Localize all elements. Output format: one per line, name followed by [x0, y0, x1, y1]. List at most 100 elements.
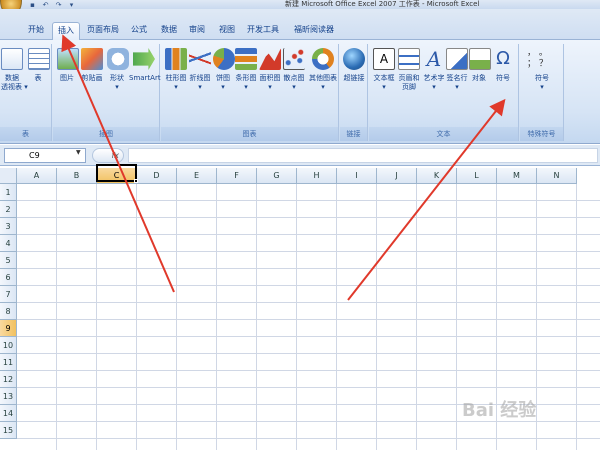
scatter-chart-icon [283, 48, 305, 70]
office-button[interactable] [0, 0, 22, 9]
symbol-label: 符号 [496, 74, 510, 82]
tab-formulas[interactable]: 公式 [128, 22, 150, 40]
group-illustrations-label: 插图 [53, 127, 159, 141]
shapes-button[interactable]: 形状 ▾ [107, 48, 129, 92]
column-chart-button[interactable]: 柱形图 ▾ [165, 48, 187, 92]
header-footer-button[interactable]: 页眉和 页脚 [397, 48, 421, 92]
formula-input[interactable] [128, 148, 598, 163]
row-header-11[interactable]: 11 [0, 354, 17, 371]
customize-qat-icon[interactable]: ▾ [67, 1, 76, 9]
tab-home[interactable]: 开始 [24, 22, 48, 40]
hyperlink-button[interactable]: 超链接 [342, 48, 366, 83]
title-bar: ▪ ↶ ↷ ▾ 新建 Microsoft Office Excel 2007 工… [0, 0, 600, 9]
column-chart-label: 柱形图 ▾ [165, 74, 187, 91]
picture-button[interactable]: 图片 [57, 48, 79, 83]
tab-page-layout[interactable]: 页面布局 [84, 22, 122, 40]
other-charts-icon [312, 48, 334, 70]
row-header-9[interactable]: 9 [0, 320, 17, 337]
column-header-m[interactable]: M [497, 168, 537, 184]
row-header-14[interactable]: 14 [0, 405, 17, 422]
wordart-button[interactable]: A 艺术字 ▾ [423, 48, 445, 92]
omega-icon: Ω [496, 48, 510, 69]
area-chart-label: 面积图 ▾ [259, 74, 281, 91]
row-header-4[interactable]: 4 [0, 235, 17, 252]
select-all-corner[interactable] [0, 168, 17, 184]
column-header-g[interactable]: G [257, 168, 297, 184]
special-symbols-button[interactable]: ， 。； ？ 符号 ▾ [524, 48, 560, 92]
column-header-f[interactable]: F [217, 168, 257, 184]
tab-developer[interactable]: 开发工具 [246, 22, 280, 40]
row-header-2[interactable]: 2 [0, 201, 17, 218]
column-header-b[interactable]: B [57, 168, 97, 184]
smartart-icon [133, 48, 155, 70]
bar-chart-button[interactable]: 条形图 ▾ [235, 48, 257, 92]
column-chart-icon [165, 48, 187, 70]
fill-handle[interactable] [134, 179, 138, 183]
row-header-5[interactable]: 5 [0, 252, 17, 269]
row-header-7[interactable]: 7 [0, 286, 17, 303]
row-header-8[interactable]: 8 [0, 303, 17, 320]
clipart-label: 剪贴画 [81, 74, 103, 82]
group-charts: 柱形图 ▾ 折线图 ▾ 饼图 ▾ 条形图 ▾ 面积图 ▾ 散点图 ▾ 其他图表 … [161, 44, 339, 141]
name-box[interactable]: C9 [4, 148, 86, 163]
group-special-symbols: ， 。； ？ 符号 ▾ 特殊符号 [520, 44, 564, 141]
scatter-chart-button[interactable]: 散点图 ▾ [283, 48, 305, 92]
other-charts-label: 其他图表 ▾ [309, 74, 337, 91]
save-icon[interactable]: ▪ [28, 1, 37, 9]
window-title: 新建 Microsoft Office Excel 2007 工作表 - Mic… [285, 0, 480, 8]
row-header-1[interactable]: 1 [0, 184, 17, 201]
symbol-button[interactable]: Ω 符号 [492, 48, 514, 83]
row-header-6[interactable]: 6 [0, 269, 17, 286]
pivot-table-label: 数据 透视表 ▾ [1, 74, 28, 91]
name-box-dropdown-icon[interactable]: ▼ [76, 149, 81, 156]
active-cell[interactable] [96, 164, 137, 182]
group-text-label: 文本 [369, 127, 518, 141]
signature-line-button[interactable]: 签名行 ▾ [446, 48, 468, 92]
column-header-a[interactable]: A [17, 168, 57, 184]
undo-icon[interactable]: ↶ [41, 1, 50, 9]
pie-chart-button[interactable]: 饼图 ▾ [213, 48, 235, 92]
tab-view[interactable]: 视图 [216, 22, 238, 40]
area-chart-icon [259, 48, 281, 70]
hyperlink-icon [343, 48, 365, 70]
insert-function-button[interactable]: fx [92, 148, 124, 163]
punctuation-icon: ， 。； ？ [527, 48, 548, 69]
object-button[interactable]: 对象 [469, 48, 491, 83]
clipart-button[interactable]: 剪贴画 [81, 48, 103, 83]
tab-foxit-reader[interactable]: 福昕阅读器 [290, 22, 338, 40]
line-chart-button[interactable]: 折线图 ▾ [189, 48, 211, 92]
area-chart-button[interactable]: 面积图 ▾ [259, 48, 281, 92]
smartart-button[interactable]: SmartArt [129, 48, 161, 83]
bar-chart-label: 条形图 ▾ [235, 74, 257, 91]
table-button[interactable]: 表 [28, 48, 50, 83]
clipart-icon [81, 48, 103, 70]
column-header-d[interactable]: D [137, 168, 177, 184]
pivot-table-button[interactable]: 数据 透视表 ▾ [1, 48, 28, 92]
row-header-15[interactable]: 15 [0, 422, 17, 439]
column-header-e[interactable]: E [177, 168, 217, 184]
other-charts-button[interactable]: 其他图表 ▾ [309, 48, 337, 92]
tab-insert[interactable]: 插入 [52, 22, 80, 41]
column-header-n[interactable]: N [537, 168, 577, 184]
row-header-3[interactable]: 3 [0, 218, 17, 235]
picture-icon [57, 48, 79, 70]
row-header-10[interactable]: 10 [0, 337, 17, 354]
tab-review[interactable]: 审阅 [186, 22, 208, 40]
tab-data[interactable]: 数据 [158, 22, 180, 40]
picture-label: 图片 [60, 74, 74, 82]
column-header-k[interactable]: K [417, 168, 457, 184]
group-illustrations: 图片 剪贴画 形状 ▾ SmartArt 插图 [53, 44, 161, 141]
signature-line-label: 签名行 ▾ [446, 74, 468, 91]
group-table: 数据 透视表 ▾ 表 表 [0, 44, 52, 141]
column-header-i[interactable]: I [337, 168, 377, 184]
row-header-12[interactable]: 12 [0, 371, 17, 388]
column-header-j[interactable]: J [377, 168, 417, 184]
column-header-h[interactable]: H [297, 168, 337, 184]
column-header-l[interactable]: L [457, 168, 497, 184]
wordart-label: 艺术字 ▾ [423, 74, 445, 91]
redo-icon[interactable]: ↷ [54, 1, 63, 9]
group-charts-label: 图表 [161, 127, 338, 141]
row-header-13[interactable]: 13 [0, 388, 17, 405]
shapes-icon [107, 48, 129, 70]
textbox-button[interactable]: A 文本框 ▾ [372, 48, 396, 92]
